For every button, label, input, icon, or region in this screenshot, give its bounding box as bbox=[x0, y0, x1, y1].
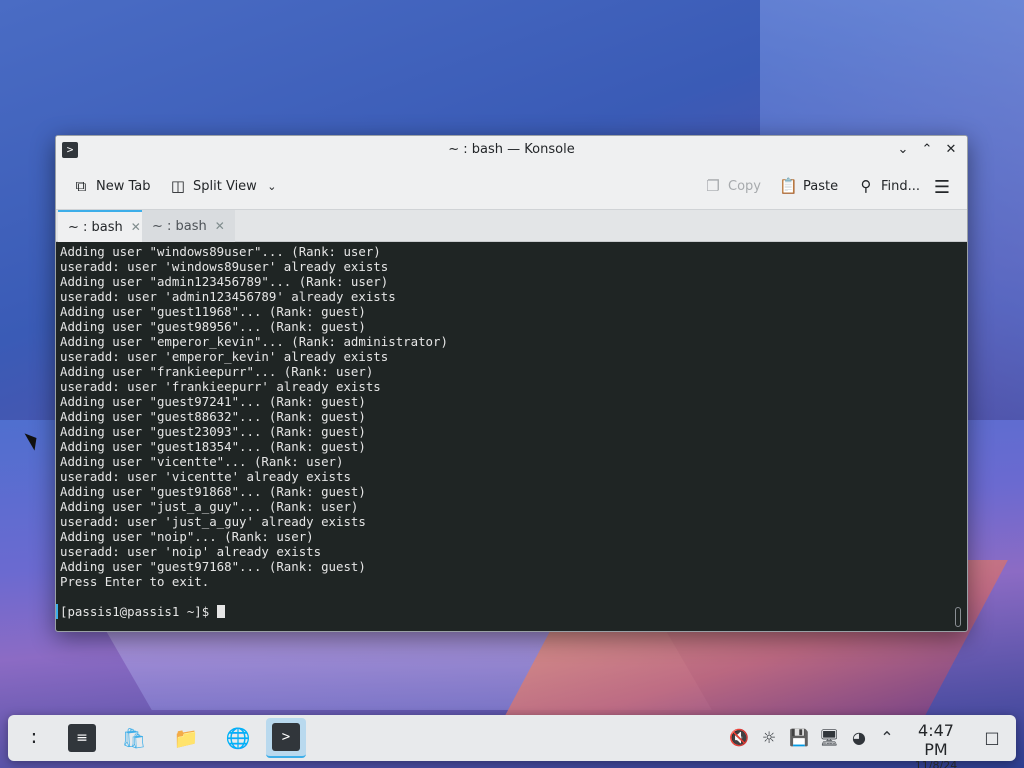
terminal-line: Adding user "guest97168"... (Rank: guest… bbox=[60, 559, 366, 574]
discover-button[interactable]: 🛍 bbox=[114, 718, 154, 758]
terminal-line: Adding user "windows89user"... (Rank: us… bbox=[60, 244, 381, 259]
scrollbar[interactable] bbox=[955, 607, 961, 627]
chevron-down-icon: ⌄ bbox=[267, 179, 277, 193]
terminal-line: useradd: user 'noip' already exists bbox=[60, 544, 322, 559]
discover-icon: 🛍 bbox=[121, 726, 147, 750]
find-button[interactable]: ⚲ Find... bbox=[857, 177, 921, 195]
toolbar: ⧉ New Tab ◫ Split View ⌄ ❐ Copy 📋 Paste … bbox=[56, 164, 967, 210]
terminal-line: Adding user "just_a_guy"... (Rank: user) bbox=[60, 499, 359, 514]
maximize-button[interactable]: ⌃ bbox=[917, 140, 937, 160]
tray-expand-icon[interactable]: ⌃ bbox=[877, 728, 897, 747]
tab-bar: ~ : bash ✕ ~ : bash ✕ bbox=[56, 210, 967, 242]
tab-bash-1[interactable]: ~ : bash ✕ bbox=[58, 210, 151, 242]
app-launcher-icon: ∶ bbox=[31, 726, 37, 750]
clock-date: 11/8/24 bbox=[914, 759, 958, 768]
system-settings-icon: ≡ bbox=[68, 724, 96, 752]
terminal-output[interactable]: Adding user "windows89user"... (Rank: us… bbox=[56, 242, 967, 631]
terminal-line: Adding user "guest91868"... (Rank: guest… bbox=[60, 484, 366, 499]
show-desktop-icon[interactable]: □ bbox=[982, 728, 1002, 747]
copy-icon: ❐ bbox=[706, 177, 720, 195]
terminal-line: Adding user "admin123456789"... (Rank: u… bbox=[60, 274, 389, 289]
app-launcher-button[interactable]: ∶ bbox=[14, 718, 54, 758]
terminal-line: useradd: user 'frankieepurr' already exi… bbox=[60, 379, 381, 394]
terminal-line: Adding user "guest18354"... (Rank: guest… bbox=[60, 439, 366, 454]
terminal-line: Adding user "guest97241"... (Rank: guest… bbox=[60, 394, 366, 409]
paste-icon: 📋 bbox=[779, 177, 798, 195]
paste-button[interactable]: 📋 Paste bbox=[779, 177, 838, 195]
terminal-line: useradd: user 'windows89user' already ex… bbox=[60, 259, 389, 274]
system-settings-button[interactable]: ≡ bbox=[62, 718, 102, 758]
network-icon[interactable]: 🖥 bbox=[819, 728, 839, 747]
terminal-line: useradd: user 'vicentte' already exists bbox=[60, 469, 351, 484]
terminal-line: useradd: user 'just_a_guy' already exist… bbox=[60, 514, 366, 529]
taskbar: ∶ ≡ 🛍 📁 🌐 > 🔇 ☼ 💾 🖥 ◕ ⌃ 4:47 PM 11/8/24 … bbox=[8, 715, 1016, 768]
browser-button[interactable]: 🌐 bbox=[218, 718, 258, 758]
shell-prompt[interactable]: [passis1@passis1 ~]$ bbox=[56, 604, 963, 619]
titlebar[interactable]: > ~ : bash — Konsole ⌄ ⌃ ✕ bbox=[56, 136, 967, 164]
new-tab-icon: ⧉ bbox=[75, 177, 87, 195]
split-view-button[interactable]: ◫ Split View ⌄ bbox=[169, 177, 281, 195]
brightness-icon[interactable]: ☼ bbox=[759, 728, 779, 747]
volume-muted-icon[interactable]: 🔇 bbox=[729, 728, 749, 747]
terminal-line: Press Enter to exit. bbox=[60, 574, 210, 589]
terminal-line: Adding user "noip"... (Rank: user) bbox=[60, 529, 314, 544]
text-cursor bbox=[216, 605, 225, 618]
close-icon: ✕ bbox=[945, 142, 957, 157]
clock-time: 4:47 PM bbox=[918, 721, 954, 759]
terminal-line: Adding user "guest98956"... (Rank: guest… bbox=[60, 319, 366, 334]
terminal-line: Adding user "guest23093"... (Rank: guest… bbox=[60, 424, 366, 439]
hamburger-menu-icon: ☰ bbox=[933, 177, 951, 198]
minimize-button[interactable]: ⌄ bbox=[893, 140, 913, 160]
konsole-icon: > bbox=[272, 723, 300, 751]
browser-icon: 🌐 bbox=[225, 726, 251, 750]
close-button[interactable]: ✕ bbox=[941, 140, 961, 160]
konsole-window: > ~ : bash — Konsole ⌄ ⌃ ✕ ⧉ New Tab ◫ S… bbox=[55, 135, 968, 632]
tab-bash-2[interactable]: ~ : bash ✕ bbox=[142, 210, 235, 242]
close-tab-icon[interactable]: ✕ bbox=[215, 219, 225, 233]
chevron-down-icon: ⌄ bbox=[897, 142, 909, 157]
hamburger-menu-button[interactable]: ☰ bbox=[933, 177, 951, 198]
dolphin-files-icon: 📁 bbox=[173, 726, 199, 750]
search-icon: ⚲ bbox=[860, 177, 872, 195]
terminal-line: Adding user "frankieepurr"... (Rank: use… bbox=[60, 364, 374, 379]
terminal-line: useradd: user 'emperor_kevin' already ex… bbox=[60, 349, 389, 364]
terminal-line: Adding user "vicentte"... (Rank: user) bbox=[60, 454, 344, 469]
file-manager-button[interactable]: 📁 bbox=[166, 718, 206, 758]
new-tab-button[interactable]: ⧉ New Tab bbox=[72, 177, 151, 195]
copy-button[interactable]: ❐ Copy bbox=[704, 177, 761, 195]
terminal-line: Adding user "guest88632"... (Rank: guest… bbox=[60, 409, 366, 424]
split-view-icon: ◫ bbox=[170, 177, 186, 195]
save-icon[interactable]: 💾 bbox=[789, 728, 809, 747]
chevron-up-icon: ⌃ bbox=[921, 142, 933, 157]
updates-icon[interactable]: ◕ bbox=[849, 728, 869, 747]
konsole-task-button[interactable]: > bbox=[266, 718, 306, 758]
terminal-line: useradd: user 'admin123456789' already e… bbox=[60, 289, 396, 304]
close-tab-icon[interactable]: ✕ bbox=[131, 220, 141, 234]
terminal-line: Adding user "guest11968"... (Rank: guest… bbox=[60, 304, 366, 319]
terminal-line: Adding user "emperor_kevin"... (Rank: ad… bbox=[60, 334, 448, 349]
window-title: ~ : bash — Konsole bbox=[448, 142, 575, 157]
clock[interactable]: 4:47 PM 11/8/24 bbox=[904, 721, 968, 768]
